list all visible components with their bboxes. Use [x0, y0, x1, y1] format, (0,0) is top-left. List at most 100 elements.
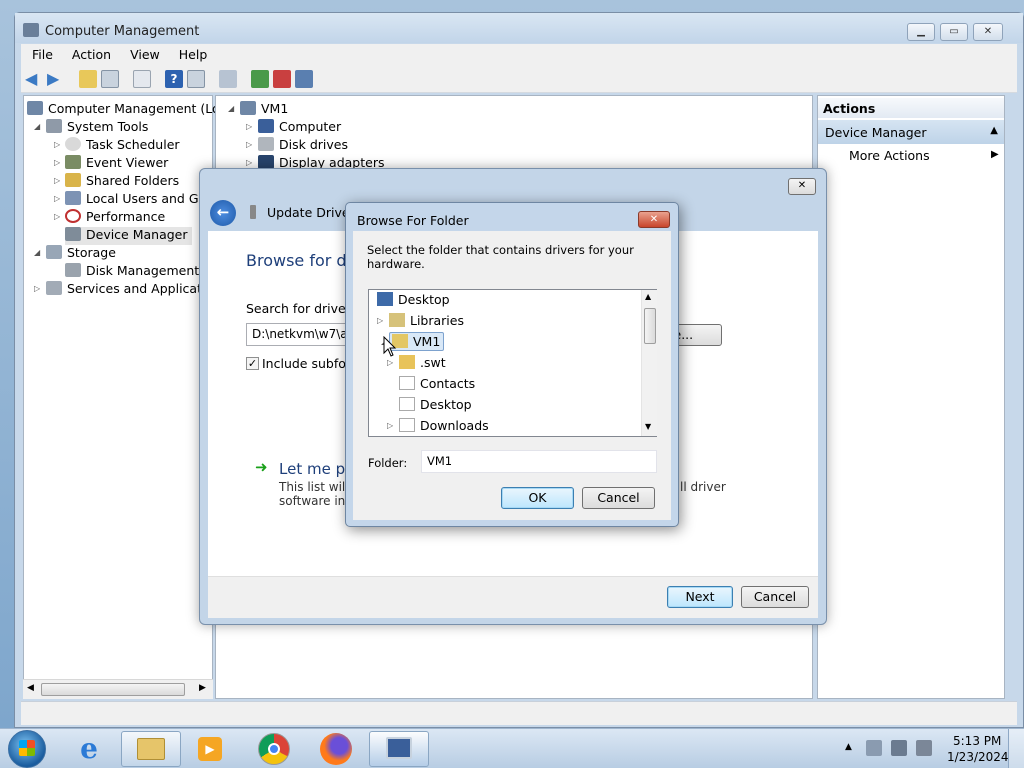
expand-arrow-icon[interactable]: ▷ [246, 140, 252, 149]
expand-arrow-icon[interactable]: ▷ [246, 122, 252, 131]
update-driver-icon[interactable] [251, 70, 269, 88]
folder-contacts[interactable]: Contacts [399, 376, 475, 396]
folder-desktop-sub[interactable]: Desktop [399, 397, 472, 417]
forward-icon[interactable]: ▶ [47, 70, 65, 88]
device-computer[interactable]: Computer [258, 119, 341, 137]
tree-root[interactable]: Computer Management (Local [27, 101, 238, 119]
help-icon[interactable]: ? [165, 70, 183, 88]
device-disk-drives[interactable]: Disk drives [258, 137, 348, 155]
clock-icon [65, 137, 81, 151]
expand-arrow-icon[interactable]: ▷ [387, 421, 393, 430]
more-actions-item[interactable]: More Actions ▶ [849, 148, 999, 163]
collapse-up-icon[interactable]: ▲ [990, 125, 998, 136]
driver-path-input[interactable]: D:\netkvm\w7\am [246, 323, 356, 346]
expand-arrow-icon[interactable]: ▷ [54, 140, 60, 149]
folder-libraries[interactable]: Libraries [389, 313, 464, 333]
expand-arrow-icon[interactable]: ▷ [54, 194, 60, 203]
menu-file[interactable]: File [21, 44, 61, 62]
ok-button[interactable]: OK [501, 487, 574, 509]
device-root-vm1[interactable]: VM1 [240, 101, 288, 119]
back-arrow-icon[interactable]: ← [210, 200, 236, 226]
collapse-arrow-icon[interactable]: ◢ [34, 122, 40, 131]
actions-pane: Actions Device Manager ▲ More Actions ▶ [817, 95, 1005, 699]
tree-disk-management[interactable]: Disk Management [65, 263, 199, 281]
show-hide-tree-icon[interactable] [101, 70, 119, 88]
maximize-button[interactable]: ▭ [940, 23, 968, 41]
network-icon[interactable] [891, 740, 907, 756]
libraries-icon [389, 313, 405, 327]
action-center-icon[interactable] [866, 740, 882, 756]
show-desktop-button[interactable] [1008, 729, 1024, 768]
tree-shared-folders[interactable]: Shared Folders [65, 173, 179, 191]
minimize-button[interactable]: ▁ [907, 23, 935, 41]
folder-tree[interactable]: Desktop ▷ Libraries ◢ VM1 ▷ .swt Contact… [368, 289, 657, 437]
folder-name-input[interactable]: VM1 [421, 450, 657, 473]
folder-icon [399, 355, 415, 369]
back-icon[interactable]: ◀ [25, 70, 43, 88]
update-driver-cancel-button[interactable]: Cancel [741, 586, 809, 608]
menu-help[interactable]: Help [168, 44, 216, 62]
expand-arrow-icon[interactable]: ▷ [54, 212, 60, 221]
tree-system-tools[interactable]: System Tools [46, 119, 148, 137]
properties-icon[interactable] [133, 70, 151, 88]
browse-dialog-close-button[interactable]: ✕ [638, 211, 670, 228]
collapse-arrow-icon[interactable]: ◢ [34, 248, 40, 257]
up-folder-icon[interactable] [79, 70, 97, 88]
file-explorer-taskbar-button[interactable] [121, 731, 181, 767]
scroll-thumb[interactable] [41, 683, 185, 696]
media-player-icon[interactable]: ▶ [198, 737, 222, 761]
folder-desktop[interactable]: Desktop [377, 292, 450, 312]
actions-device-manager[interactable]: Device Manager ▲ [818, 120, 1004, 144]
horizontal-scrollbar[interactable]: ◀ ▶ [23, 679, 213, 699]
enable-device-icon[interactable] [295, 70, 313, 88]
tree-device-manager[interactable]: Device Manager [65, 227, 192, 245]
update-driver-close-button[interactable]: ✕ [788, 178, 816, 195]
scroll-thumb[interactable] [644, 308, 656, 344]
tree-performance[interactable]: Performance [65, 209, 165, 227]
show-action-pane-icon[interactable] [187, 70, 205, 88]
shared-folder-icon [65, 173, 81, 187]
document-icon [399, 376, 415, 390]
tree-event-viewer[interactable]: Event Viewer [65, 155, 168, 173]
next-button[interactable]: Next [667, 586, 733, 608]
expand-arrow-icon[interactable]: ▷ [377, 316, 383, 325]
clock-date[interactable]: 1/23/2024 [947, 750, 1009, 764]
browse-cancel-button[interactable]: Cancel [582, 487, 655, 509]
menu-action[interactable]: Action [61, 44, 119, 62]
expand-arrow-icon[interactable]: ▷ [54, 158, 60, 167]
windows-logo-icon [19, 740, 35, 756]
tree-task-scheduler[interactable]: Task Scheduler [65, 137, 180, 155]
volume-muted-icon[interactable] [916, 740, 932, 756]
browse-instruction: Select the folder that contains drivers … [367, 243, 634, 271]
firefox-icon[interactable] [320, 733, 352, 765]
clock-time[interactable]: 5:13 PM [953, 734, 1001, 748]
expand-arrow-icon[interactable]: ▷ [34, 284, 40, 293]
scroll-up-icon[interactable]: ▲ [645, 292, 651, 301]
scroll-down-icon[interactable]: ▼ [645, 422, 651, 431]
tree-storage[interactable]: Storage [46, 245, 116, 263]
menu-view[interactable]: View [119, 44, 168, 62]
update-driver-footer: Next Cancel [208, 576, 818, 618]
show-hidden-icons[interactable]: ▲ [845, 742, 852, 752]
device-manager-icon [65, 227, 81, 241]
green-arrow-icon: ➜ [255, 458, 268, 476]
internet-explorer-icon[interactable]: e [70, 733, 108, 765]
folder-vm1[interactable]: VM1 [389, 332, 445, 351]
folder-swt[interactable]: .swt [399, 355, 446, 375]
actions-header: Actions [818, 98, 1004, 118]
uninstall-icon[interactable] [273, 70, 291, 88]
chrome-icon[interactable] [258, 733, 290, 765]
expand-arrow-icon[interactable]: ▷ [54, 176, 60, 185]
scan-hardware-icon[interactable] [219, 70, 237, 88]
expand-arrow-icon[interactable]: ▷ [246, 158, 252, 167]
document-icon [399, 418, 415, 432]
computer-management-taskbar-button[interactable] [369, 731, 429, 767]
include-subfolders-checkbox[interactable]: ✓ [246, 357, 259, 370]
scroll-left-icon[interactable]: ◀ [27, 683, 34, 693]
folder-downloads[interactable]: Downloads [399, 418, 489, 438]
folder-tree-scrollbar[interactable]: ▲ ▼ [641, 290, 657, 436]
expand-arrow-icon[interactable]: ▷ [387, 358, 393, 367]
close-button[interactable]: ✕ [973, 23, 1003, 41]
scroll-right-icon[interactable]: ▶ [199, 683, 206, 693]
collapse-arrow-icon[interactable]: ◢ [228, 104, 234, 113]
